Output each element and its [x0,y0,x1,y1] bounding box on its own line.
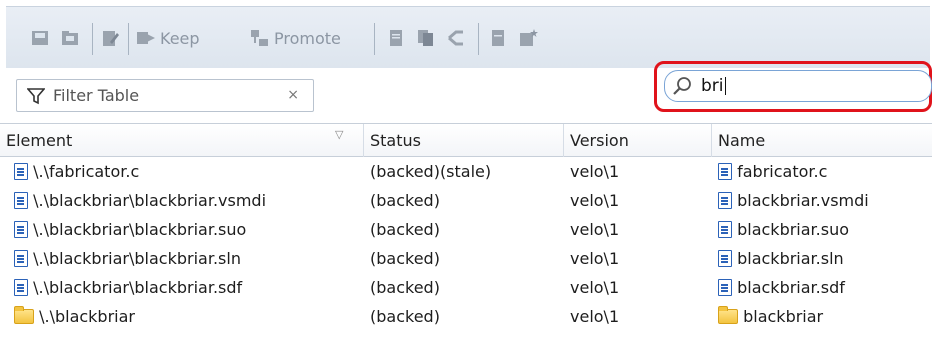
name-cell: blackbriar.vsmdi [718,186,869,215]
copy-icon[interactable] [416,7,436,69]
column-header-version[interactable]: Version [564,124,712,157]
filter-table-input[interactable]: Filter Table × [16,79,314,112]
name-cell: blackbriar [718,302,823,331]
element-cell: \.\blackbriar\blackbriar.sdf [14,273,242,302]
element-path: \.\blackbriar\blackbriar.sln [33,249,241,268]
toolbar-separator [128,23,129,55]
name-text: blackbriar.suo [737,220,850,239]
version-cell: velo\1 [570,191,620,210]
file-icon [718,250,732,267]
element-path: \.\blackbriar [39,307,135,326]
name-text: blackbriar.vsmdi [737,191,869,210]
version-cell: velo\1 [570,307,620,326]
file-icon [718,221,732,238]
column-header-name[interactable]: Name [712,124,932,157]
element-path: \.\blackbriar\blackbriar.sdf [33,278,243,297]
sort-indicator-icon: ▽ [335,128,344,141]
element-cell: \.\blackbriar\blackbriar.suo [14,215,246,244]
element-table: Element ▽ Status Version Name \.\fabrica… [0,123,932,331]
element-cell: \.\fabricator.c [14,157,139,186]
element-cell: \.\blackbriar [14,302,135,331]
status-cell: (backed) [370,278,440,297]
status-cell: (backed)(stale) [370,162,492,181]
document-icon[interactable] [386,7,406,69]
status-cell: (backed) [370,249,440,268]
promote-icon [251,30,268,46]
version-cell: velo\1 [570,220,620,239]
toolbar: Keep Promote [6,6,930,68]
clear-filter-icon[interactable]: × [287,87,299,103]
promote-button[interactable]: Promote [250,7,341,69]
text-caret [724,77,726,95]
name-cell: blackbriar.sdf [718,273,845,302]
file-icon [14,221,28,238]
table-body: \.\fabricator.c (backed)(stale) velo\1 fab… [0,157,932,331]
folder-icon [14,306,34,324]
folder-up-icon[interactable] [60,7,80,69]
merge-icon[interactable] [446,7,466,69]
search-input[interactable]: bri [664,70,932,102]
name-cell: fabricator.c [718,157,827,186]
name-text: blackbriar [743,307,824,326]
column-header-element[interactable]: Element [0,124,364,157]
table-header: Element ▽ Status Version Name [0,123,932,157]
status-cell: (backed) [370,307,440,326]
status-cell: (backed) [370,191,440,210]
table-row[interactable]: \.\blackbriar\blackbriar.vsmdi (backed) ve… [0,186,932,215]
file-icon [14,163,28,180]
filter-table-label: Filter Table [53,86,140,105]
element-cell: \.\blackbriar\blackbriar.vsmdi [14,186,266,215]
edit-icon[interactable] [100,7,120,69]
name-text: fabricator.c [737,162,828,181]
name-text: blackbriar.sdf [737,278,845,297]
element-path: \.\blackbriar\blackbriar.suo [33,220,247,239]
column-header-status[interactable]: Status [364,124,564,157]
version-cell: velo\1 [570,162,620,181]
version-cell: velo\1 [570,249,620,268]
keep-button[interactable]: Keep [136,7,200,69]
toolbar-separator [374,23,375,55]
table-row[interactable]: \.\blackbriar (backed) velo\1 blackbriar [0,302,932,331]
file-icon [14,250,28,267]
element-path: \.\blackbriar\blackbriar.vsmdi [33,191,267,210]
file-icon [14,192,28,209]
keep-icon [137,32,155,44]
keep-label: Keep [160,28,200,48]
table-row[interactable]: \.\blackbriar\blackbriar.sln (backed) velo… [0,244,932,273]
file-icon [718,163,732,180]
name-text: blackbriar.sln [737,249,844,268]
element-cell: \.\blackbriar\blackbriar.sln [14,244,241,273]
name-cell: blackbriar.sln [718,244,844,273]
file-icon [718,279,732,296]
file-icon [718,192,732,209]
save-icon[interactable] [30,7,50,69]
new-file-icon[interactable] [518,7,538,69]
funnel-icon [27,87,45,104]
version-cell: velo\1 [570,278,620,297]
name-cell: blackbriar.suo [718,215,849,244]
toolbar-separator [478,23,479,55]
promote-label: Promote [274,28,341,48]
search-value: bri [701,76,726,96]
folder-icon [718,306,738,324]
file-icon[interactable] [488,7,508,69]
table-row[interactable]: \.\fabricator.c (backed)(stale) velo\1 fab… [0,157,932,186]
search-icon [673,77,691,95]
table-row[interactable]: \.\blackbriar\blackbriar.sdf (backed) velo… [0,273,932,302]
status-cell: (backed) [370,220,440,239]
element-path: \.\fabricator.c [33,162,140,181]
file-icon [14,279,28,296]
toolbar-separator [92,23,93,55]
table-row[interactable]: \.\blackbriar\blackbriar.suo (backed) velo… [0,215,932,244]
